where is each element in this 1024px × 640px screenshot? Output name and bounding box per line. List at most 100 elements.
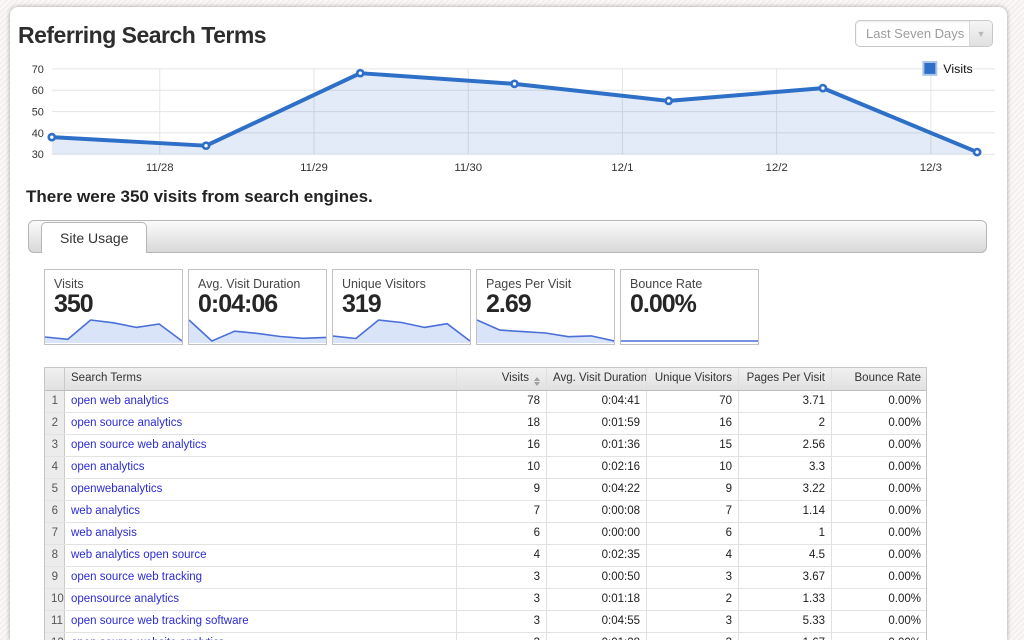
table-value-cell: 0.00% [832,457,927,478]
column-header-avg-visit-duration[interactable]: Avg. Visit Duration [547,368,647,390]
search-term-link[interactable]: open web analytics [65,391,457,412]
search-term-link[interactable]: open source website analytics [65,633,457,640]
table-value-cell: 0:01:18 [547,589,647,610]
table-value-cell: 3 [457,567,547,588]
table-value-cell: 1.14 [739,501,832,522]
search-term-link[interactable]: openwebanalytics [65,479,457,500]
table-value-cell: 0:01:36 [547,435,647,456]
search-term-link[interactable]: open source web analytics [65,435,457,456]
table-value-cell: 4 [457,545,547,566]
metric-card-label: Avg. Visit Duration [198,277,326,291]
svg-text:12/2: 12/2 [766,162,788,174]
search-term-link[interactable]: open source web tracking [65,567,457,588]
metric-card-unique-visitors: Unique Visitors319 [332,269,471,345]
table-value-cell: 3 [647,567,739,588]
table-value-cell: 78 [457,391,547,412]
svg-text:Visits: Visits [943,62,972,76]
sparkline-bounce-rate [621,314,758,344]
chevron-down-icon[interactable]: ▼ [969,21,992,46]
row-number: 5 [45,479,65,500]
table-value-cell: 3.22 [739,479,832,500]
row-number: 9 [45,567,65,588]
search-term-link[interactable]: open analytics [65,457,457,478]
svg-text:11/30: 11/30 [454,162,482,174]
sparkline-avg-visit-duration [189,314,326,344]
svg-text:60: 60 [32,85,44,97]
metric-card-bounce-rate: Bounce Rate0.00% [620,269,759,345]
column-header-unique-visitors[interactable]: Unique Visitors [647,368,739,390]
metric-card-label: Bounce Rate [630,277,758,291]
table-value-cell: 0.00% [832,589,927,610]
metric-card-pages-per-visit: Pages Per Visit2.69 [476,269,615,345]
table-value-cell: 3 [647,633,739,640]
row-number: 12 [45,633,65,640]
column-header-pages-per-visit[interactable]: Pages Per Visit [739,368,832,390]
sort-up-arrow [534,377,540,381]
table-value-cell: 0:02:35 [547,545,647,566]
search-term-link[interactable]: open source analytics [65,413,457,434]
table-value-cell: 0:01:28 [547,633,647,640]
column-header-search-terms[interactable]: Search Terms [65,368,457,390]
column-header-bounce-rate[interactable]: Bounce Rate [832,368,927,390]
metric-card-label: Visits [54,277,182,291]
table-value-cell: 6 [457,523,547,544]
table-value-cell: 9 [457,479,547,500]
table-row: 10opensource analytics30:01:1821.330.00% [45,589,926,611]
time-range-select[interactable]: Last Seven Days ▼ [855,20,993,47]
table-value-cell: 4.5 [739,545,832,566]
search-term-link[interactable]: web analytics open source [65,545,457,566]
table-value-cell: 0.00% [832,501,927,522]
svg-text:11/28: 11/28 [146,162,174,174]
svg-text:40: 40 [32,128,44,140]
table-value-cell: 16 [647,413,739,434]
table-value-cell: 0:00:08 [547,501,647,522]
visits-chart-svg: 304050607011/2811/2911/3012/112/212/3Vis… [16,59,1001,182]
visits-chart: 304050607011/2811/2911/3012/112/212/3Vis… [16,59,1001,182]
metric-card-label: Pages Per Visit [486,277,614,291]
table-value-cell: 15 [647,435,739,456]
svg-text:70: 70 [32,64,44,76]
table-value-cell: 0:04:55 [547,611,647,632]
table-value-cell: 10 [647,457,739,478]
row-number: 4 [45,457,65,478]
table-value-cell: 1 [739,523,832,544]
table-value-cell: 0.00% [832,611,927,632]
table-value-cell: 3 [457,589,547,610]
tab-label: Site Usage [60,230,128,246]
sparkline-visits [45,314,182,344]
table-row: 8web analytics open source40:02:3544.50.… [45,545,926,567]
tab-site-usage[interactable]: Site Usage [41,222,147,253]
table-value-cell: 2 [647,589,739,610]
sort-down-arrow [534,382,540,386]
table-row: 12open source website analytics30:01:283… [45,633,926,640]
table-value-cell: 0.00% [832,523,927,544]
search-term-link[interactable]: web analysis [65,523,457,544]
search-term-link[interactable]: open source web tracking software [65,611,457,632]
svg-text:11/29: 11/29 [300,162,328,174]
sparkline-unique-visitors [333,314,470,344]
metric-card-label: Unique Visitors [342,277,470,291]
table-value-cell: 18 [457,413,547,434]
row-number: 6 [45,501,65,522]
column-header-visits[interactable]: Visits [457,368,547,390]
table-value-cell: 2.56 [739,435,832,456]
search-terms-table: Search TermsVisitsAvg. Visit DurationUni… [44,367,927,640]
search-term-link[interactable]: opensource analytics [65,589,457,610]
summary-headline: There were 350 visits from search engine… [26,187,1007,207]
chart-legend: Visits [923,62,972,76]
metric-cards: Visits350Avg. Visit Duration0:04:06Uniqu… [44,269,1007,345]
table-row: 1open web analytics780:04:41703.710.00% [45,391,926,413]
table-row: 5openwebanalytics90:04:2293.220.00% [45,479,926,501]
table-header-row: Search TermsVisitsAvg. Visit DurationUni… [45,368,926,391]
table-value-cell: 1.33 [739,589,832,610]
table-value-cell: 10 [457,457,547,478]
table-value-cell: 0:04:22 [547,479,647,500]
row-number: 10 [45,589,65,610]
row-number: 11 [45,611,65,632]
search-term-link[interactable]: web analytics [65,501,457,522]
table-value-cell: 0.00% [832,567,927,588]
table-value-cell: 0:00:50 [547,567,647,588]
time-range-value: Last Seven Days [856,26,969,41]
svg-text:12/1: 12/1 [611,162,633,174]
page-header: Referring Search Terms Last Seven Days ▼ [10,7,1007,59]
